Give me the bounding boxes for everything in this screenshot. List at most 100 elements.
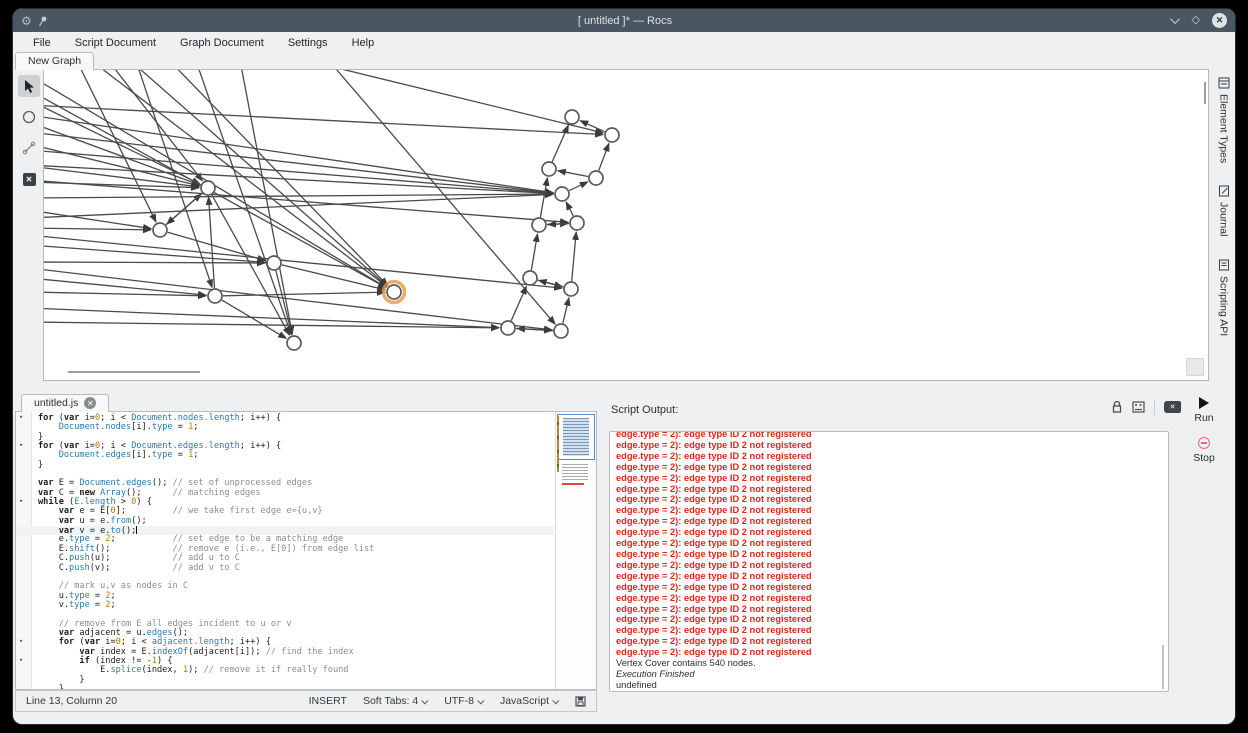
graph-node[interactable] xyxy=(542,162,556,176)
menu-script-document[interactable]: Script Document xyxy=(63,34,168,52)
menu-settings[interactable]: Settings xyxy=(276,34,340,52)
cursor-icon xyxy=(23,79,36,94)
graph-canvas[interactable] xyxy=(43,69,1209,381)
save-icon[interactable] xyxy=(575,696,586,707)
code-line[interactable]: var u = e.from(); xyxy=(16,517,554,526)
sidetab-journal[interactable]: Journal xyxy=(1218,185,1230,236)
script-output-box[interactable]: edge.type = 2): edge type ID 2 not regis… xyxy=(609,431,1169,692)
output-line: undefined xyxy=(616,680,1162,691)
output-line: edge.type = 2): edge type ID 2 not regis… xyxy=(616,625,1162,636)
language-select[interactable]: JavaScript xyxy=(500,695,559,707)
code-line[interactable]: E.splice(index, 1); // remove it if real… xyxy=(16,666,554,675)
canvas-hscroll-handle[interactable] xyxy=(68,371,200,373)
graph-node[interactable] xyxy=(570,216,584,230)
graph-node[interactable] xyxy=(554,324,568,338)
encoding-select[interactable]: UTF-8 xyxy=(444,695,484,707)
output-line: edge.type = 2): edge type ID 2 not regis… xyxy=(616,538,1162,549)
sidetab-scripting-api[interactable]: Scripting API xyxy=(1218,259,1230,336)
graph-edge xyxy=(44,181,568,223)
code-line[interactable]: v.type = 2; xyxy=(16,601,554,610)
graph-node-selected[interactable] xyxy=(387,285,401,299)
graph-node[interactable] xyxy=(201,181,215,195)
select-tool-button[interactable] xyxy=(18,75,40,97)
output-line: edge.type = 2): edge type ID 2 not regis… xyxy=(616,462,1162,473)
maximize-icon[interactable]: ◇ xyxy=(1192,15,1200,26)
output-line: edge.type = 2): edge type ID 2 not regis… xyxy=(616,473,1162,484)
lock-icon[interactable] xyxy=(1111,400,1123,414)
canvas-resize-grip[interactable] xyxy=(1186,358,1204,376)
graph-node[interactable] xyxy=(267,256,281,270)
graph-edge xyxy=(44,165,553,193)
graph-node[interactable] xyxy=(523,271,537,285)
graph-node[interactable] xyxy=(565,110,579,124)
menu-file[interactable]: File xyxy=(21,34,63,52)
delete-tool-button[interactable]: ✕ xyxy=(18,168,40,190)
graph-edge xyxy=(209,197,215,288)
tab-untitled-js[interactable]: untitled.js ✕ xyxy=(21,394,109,412)
close-tab-icon[interactable]: ✕ xyxy=(84,397,96,409)
stop-button[interactable]: Stop xyxy=(1193,452,1215,464)
edge-icon xyxy=(22,141,36,155)
graph-node[interactable] xyxy=(605,128,619,142)
fold-arrow-icon[interactable]: ▾ xyxy=(19,656,23,665)
graph-node[interactable] xyxy=(532,218,546,232)
graph-node[interactable] xyxy=(564,282,578,296)
menu-help[interactable]: Help xyxy=(340,34,387,52)
minimap-viewport[interactable] xyxy=(557,414,595,460)
graph-edge xyxy=(563,298,569,323)
graph-svg xyxy=(44,70,1208,380)
graph-edge xyxy=(292,70,603,133)
graph-node[interactable] xyxy=(555,187,569,201)
fold-arrow-icon[interactable]: ▾ xyxy=(19,441,23,450)
graph-node[interactable] xyxy=(501,321,515,335)
tab-mode-select[interactable]: Soft Tabs: 4 xyxy=(363,695,428,707)
circle-icon xyxy=(22,110,36,124)
stop-icon[interactable] xyxy=(1198,437,1210,449)
pin-icon[interactable] xyxy=(38,15,48,27)
graph-edge xyxy=(44,125,200,185)
graph-node[interactable] xyxy=(208,289,222,303)
code-line[interactable]: Document.edges[i].type = 1; xyxy=(16,451,554,460)
run-button[interactable]: Run xyxy=(1194,412,1213,424)
add-node-tool-button[interactable] xyxy=(18,106,40,128)
canvas-vscroll-handle[interactable] xyxy=(1204,82,1206,104)
graph-toolbar: ✕ xyxy=(15,70,43,381)
output-line: edge.type = 2): edge type ID 2 not regis… xyxy=(616,560,1162,571)
tab-new-graph[interactable]: New Graph xyxy=(15,52,94,70)
code-line[interactable]: } xyxy=(16,461,554,470)
code-editor[interactable]: ▾for (var i=0; i < Document.nodes.length… xyxy=(15,411,597,690)
add-edge-tool-button[interactable] xyxy=(18,137,40,159)
editor-lines: ▾for (var i=0; i < Document.nodes.length… xyxy=(16,414,554,690)
graph-edge xyxy=(569,182,588,191)
graph-edge xyxy=(44,228,151,230)
output-line: edge.type = 2): edge type ID 2 not regis… xyxy=(616,527,1162,538)
fold-arrow-icon[interactable]: ▾ xyxy=(19,413,23,422)
run-icon[interactable] xyxy=(1199,397,1209,409)
insert-mode[interactable]: INSERT xyxy=(309,695,347,707)
graph-edge xyxy=(540,178,547,217)
code-line[interactable]: C.push(v); // add v to C xyxy=(16,564,554,573)
export-icon[interactable] xyxy=(1132,401,1145,413)
code-line[interactable]: } xyxy=(16,676,554,685)
fold-arrow-icon[interactable]: ▾ xyxy=(19,497,23,506)
fold-arrow-icon[interactable]: ▾ xyxy=(19,637,23,646)
output-line: Vertex Cover contains 540 nodes. xyxy=(616,658,1162,669)
close-icon[interactable]: ✕ xyxy=(1212,13,1227,28)
output-line: edge.type = 2): edge type ID 2 not regis… xyxy=(616,593,1162,604)
graph-node[interactable] xyxy=(589,171,603,185)
output-line: edge.type = 2): edge type ID 2 not regis… xyxy=(616,516,1162,527)
screen: ⚙ [ untitled ]* — Rocs ◇ ✕ FileScript Do… xyxy=(0,0,1248,733)
graph-edge xyxy=(167,193,202,224)
output-line: edge.type = 2): edge type ID 2 not regis… xyxy=(616,614,1162,625)
cursor-position: Line 13, Column 20 xyxy=(26,695,117,707)
editor-minimap[interactable] xyxy=(555,412,596,689)
output-line: edge.type = 2): edge type ID 2 not regis… xyxy=(616,636,1162,647)
code-line[interactable]: Document.nodes[i].type = 1; xyxy=(16,423,554,432)
titlebar[interactable]: ⚙ [ untitled ]* — Rocs ◇ ✕ xyxy=(13,9,1236,32)
menu-graph-document[interactable]: Graph Document xyxy=(168,34,276,52)
sidetab-element-types[interactable]: Element Types xyxy=(1218,77,1230,163)
graph-node[interactable] xyxy=(153,223,167,237)
output-scroll-handle[interactable] xyxy=(1162,645,1164,689)
graph-node[interactable] xyxy=(287,336,301,350)
graph-edge xyxy=(566,202,573,216)
